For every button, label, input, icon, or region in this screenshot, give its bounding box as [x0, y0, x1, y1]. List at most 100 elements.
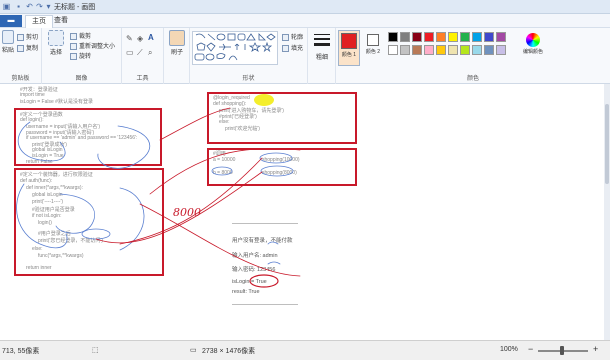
edit-colors-button[interactable]: 编辑颜色 — [522, 31, 544, 67]
color-wheel-icon — [526, 33, 540, 47]
palette-swatch[interactable] — [448, 32, 458, 42]
palette-swatch[interactable] — [400, 45, 410, 55]
zoom-slider-thumb[interactable] — [560, 346, 564, 355]
palette-swatch[interactable] — [472, 32, 482, 42]
palette-swatch[interactable] — [388, 32, 398, 42]
clipboard-group: 粘贴 剪切 复制 剪贴板 — [0, 28, 42, 84]
copy-icon — [17, 44, 24, 52]
rotate-label: 旋转 — [79, 54, 92, 60]
red-arrow-stroke — [119, 157, 263, 245]
window-title: 无标题 - 画图 — [54, 4, 96, 11]
cut-label: 剪切 — [26, 35, 39, 41]
color2-button[interactable]: 颜色 2 — [363, 30, 383, 66]
save-icon[interactable]: ▪ — [14, 2, 23, 11]
palette-swatch[interactable] — [460, 45, 470, 55]
eraser-icon[interactable]: ▭ — [126, 48, 134, 57]
ribbon: 粘贴 剪切 复制 剪贴板 选择 裁剪 重新调整大小 旋转 图像 ✎ ◈ A ▭ … — [0, 28, 610, 84]
palette-swatch[interactable] — [436, 32, 446, 42]
blue-loop-stroke — [17, 121, 66, 162]
palette-swatch[interactable] — [484, 45, 494, 55]
image-size: 2738 × 1476像素 — [202, 348, 256, 355]
tools-group-label: 工具 — [136, 76, 149, 82]
palette-swatch[interactable] — [400, 32, 410, 42]
red-arrow-stroke — [149, 148, 301, 195]
shapes-gallery-icons — [194, 33, 276, 61]
scrollbar-thumb[interactable] — [605, 104, 609, 184]
blue-loop-stroke — [55, 193, 95, 234]
paint-app-icon[interactable]: ▣ — [2, 2, 11, 11]
resize-icon — [70, 42, 77, 50]
copy-button[interactable]: 复制 — [17, 43, 38, 52]
size-group: 粗细 — [308, 28, 336, 84]
tools-group: ✎ ◈ A ▭ ⟋ ⌕ 工具 — [122, 28, 164, 84]
fill-dropdown[interactable]: 填充 — [282, 43, 303, 52]
file-menu-button[interactable]: ▬ — [0, 15, 22, 27]
paste-button[interactable]: 粘贴 — [1, 30, 15, 54]
customize-quick-access-icon[interactable]: ▾ — [44, 2, 53, 11]
blue-circle-stroke — [81, 228, 111, 240]
palette-swatch[interactable] — [496, 32, 506, 42]
cut-button[interactable]: 剪切 — [17, 32, 38, 41]
zoom-level: 100% — [500, 346, 518, 353]
palette-swatch[interactable] — [424, 32, 434, 42]
color-palette — [388, 32, 518, 62]
scissors-icon — [17, 33, 24, 41]
colors-group: 颜色 1 颜色 2 编辑颜色 颜色 — [336, 28, 610, 84]
palette-swatch[interactable] — [412, 32, 422, 42]
color2-label: 颜色 2 — [365, 49, 381, 55]
palette-swatch[interactable] — [448, 45, 458, 55]
select-button[interactable]: 选择 — [46, 30, 66, 56]
canvas-area: #开发：登录验证 import time isLogin = False #默认… — [0, 84, 610, 340]
outline-icon — [282, 33, 289, 41]
color1-button[interactable]: 颜色 1 — [338, 30, 360, 66]
vertical-scrollbar[interactable] — [604, 84, 610, 340]
size-label: 粗细 — [315, 55, 328, 61]
magnifier-icon[interactable]: ⌕ — [148, 48, 152, 58]
brushes-group: 刷子 — [164, 28, 190, 84]
image-group: 选择 裁剪 重新调整大小 旋转 图像 — [42, 28, 122, 84]
color1-label: 颜色 1 — [341, 52, 357, 58]
undo-icon[interactable]: ↶ — [25, 2, 34, 11]
fill-icon[interactable]: ◈ — [137, 34, 143, 43]
palette-swatch[interactable] — [424, 45, 434, 55]
line-size-icon — [314, 34, 330, 46]
palette-swatch[interactable] — [388, 45, 398, 55]
red-arrow-stroke — [159, 107, 231, 141]
red-circle-stroke — [249, 274, 279, 288]
shapes-group: 轮廓 填充 形状 — [190, 28, 308, 84]
redo-icon[interactable]: ↷ — [35, 2, 44, 11]
resize-button[interactable]: 重新调整大小 — [70, 41, 115, 50]
crop-button[interactable]: 裁剪 — [70, 31, 91, 40]
rotate-button[interactable]: 旋转 — [70, 51, 91, 60]
blue-loop-stroke — [97, 125, 151, 169]
palette-swatch[interactable] — [460, 32, 470, 42]
crop-label: 裁剪 — [79, 34, 92, 40]
zoom-out-icon[interactable]: − — [528, 344, 533, 354]
brushes-button[interactable]: 刷子 — [167, 30, 187, 56]
freehand-annotations — [16, 107, 301, 288]
paste-label: 粘贴 — [1, 48, 14, 54]
blue-scribble-stroke — [267, 241, 279, 245]
zoom-in-icon[interactable]: + — [593, 344, 598, 354]
outline-dropdown[interactable]: 轮廓 — [282, 32, 303, 41]
tab-view[interactable]: 查看 — [48, 15, 74, 28]
palette-swatch[interactable] — [496, 45, 506, 55]
brushes-label: 刷子 — [170, 50, 183, 56]
select-icon — [48, 30, 64, 46]
image-size-icon: ▭ — [190, 347, 197, 354]
selection-size-icon: ⬚ — [92, 347, 99, 354]
palette-swatch[interactable] — [436, 45, 446, 55]
palette-swatch[interactable] — [484, 32, 494, 42]
pencil-icon[interactable]: ✎ — [126, 34, 133, 43]
blue-loop-stroke — [119, 187, 145, 251]
blue-circle-stroke — [260, 165, 294, 177]
size-button[interactable]: 粗细 — [312, 32, 332, 61]
palette-swatch[interactable] — [412, 45, 422, 55]
drawing-canvas[interactable]: #开发：登录验证 import time isLogin = False #默认… — [0, 84, 606, 340]
color-picker-icon[interactable]: ⟋ — [137, 48, 143, 58]
text-icon[interactable]: A — [148, 33, 154, 42]
brush-icon — [169, 30, 185, 46]
palette-swatch[interactable] — [472, 45, 482, 55]
shapes-gallery[interactable] — [192, 31, 278, 65]
fill-bucket-icon — [282, 44, 289, 52]
